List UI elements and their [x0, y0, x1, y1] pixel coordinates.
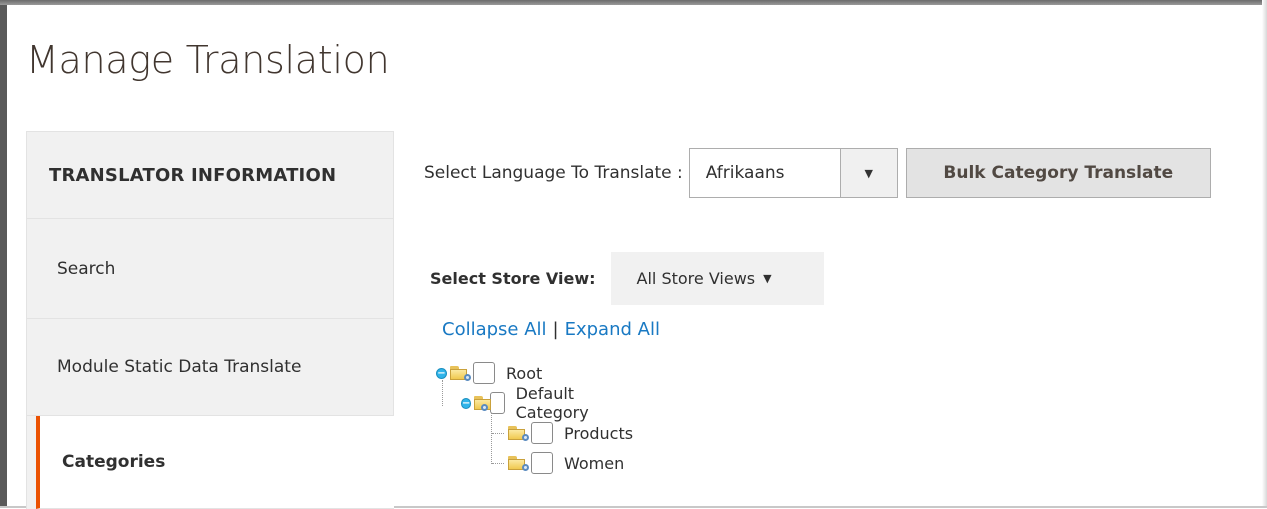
node-checkbox[interactable] [531, 422, 553, 444]
store-view-switcher[interactable]: All Store Views ▼ [610, 252, 824, 305]
store-view-label: Select Store View: [430, 269, 596, 288]
expand-all-link[interactable]: Expand All [565, 319, 660, 340]
tree-connector [492, 463, 504, 464]
tree-connector [491, 408, 492, 464]
tree-node-women[interactable]: Women [507, 450, 624, 476]
collapse-node-icon[interactable]: − [436, 367, 447, 379]
window-frame-top [0, 0, 1267, 5]
node-checkbox[interactable] [531, 452, 553, 474]
language-row: Select Language To Translate : Afrikaans… [424, 147, 1211, 199]
tree-node-label: Women [564, 453, 625, 473]
folder-icon [507, 425, 529, 441]
node-checkbox[interactable] [473, 362, 495, 384]
tree-connector [492, 433, 504, 434]
window-frame-right [1262, 0, 1267, 508]
translator-sidebar: TRANSLATOR INFORMATION Search Module Sta… [26, 131, 394, 509]
language-label: Select Language To Translate : [424, 163, 683, 183]
sidebar-item-search[interactable]: Search [27, 219, 393, 319]
tree-controls-separator: | [552, 319, 559, 340]
sidebar-item-module-static-data[interactable]: Module Static Data Translate [27, 319, 393, 416]
tree-node-products[interactable]: Products [507, 420, 633, 446]
chevron-down-icon[interactable]: ▼ [839, 149, 897, 197]
collapse-node-icon[interactable]: − [461, 397, 472, 409]
bulk-category-translate-button[interactable]: Bulk Category Translate [905, 148, 1211, 198]
folder-icon [507, 455, 529, 471]
sidebar-item-categories[interactable]: Categories [36, 416, 394, 509]
store-view-row: Select Store View: All Store Views ▼ [430, 252, 824, 305]
tree-node-root[interactable]: − Root [436, 360, 542, 386]
tree-node-label: Products [564, 423, 634, 443]
tree-node-label: Default Category [515, 384, 589, 422]
folder-icon [449, 365, 471, 381]
tree-controls: Collapse All | Expand All [442, 319, 660, 340]
page-title: Manage Translation [26, 38, 390, 82]
language-select[interactable]: Afrikaans ▼ [688, 148, 898, 198]
caret-down-icon: ▼ [763, 272, 772, 285]
sidebar-heading: TRANSLATOR INFORMATION [27, 132, 393, 219]
folder-icon [473, 395, 492, 411]
tree-node-default-category[interactable]: − Default Category [461, 384, 604, 422]
collapse-all-link[interactable]: Collapse All [442, 319, 547, 340]
language-selected-value: Afrikaans [705, 163, 785, 183]
store-view-selected: All Store Views [636, 269, 756, 288]
tree-node-label: Root [506, 363, 543, 383]
node-checkbox[interactable] [489, 392, 505, 414]
window-frame-left [0, 0, 7, 508]
